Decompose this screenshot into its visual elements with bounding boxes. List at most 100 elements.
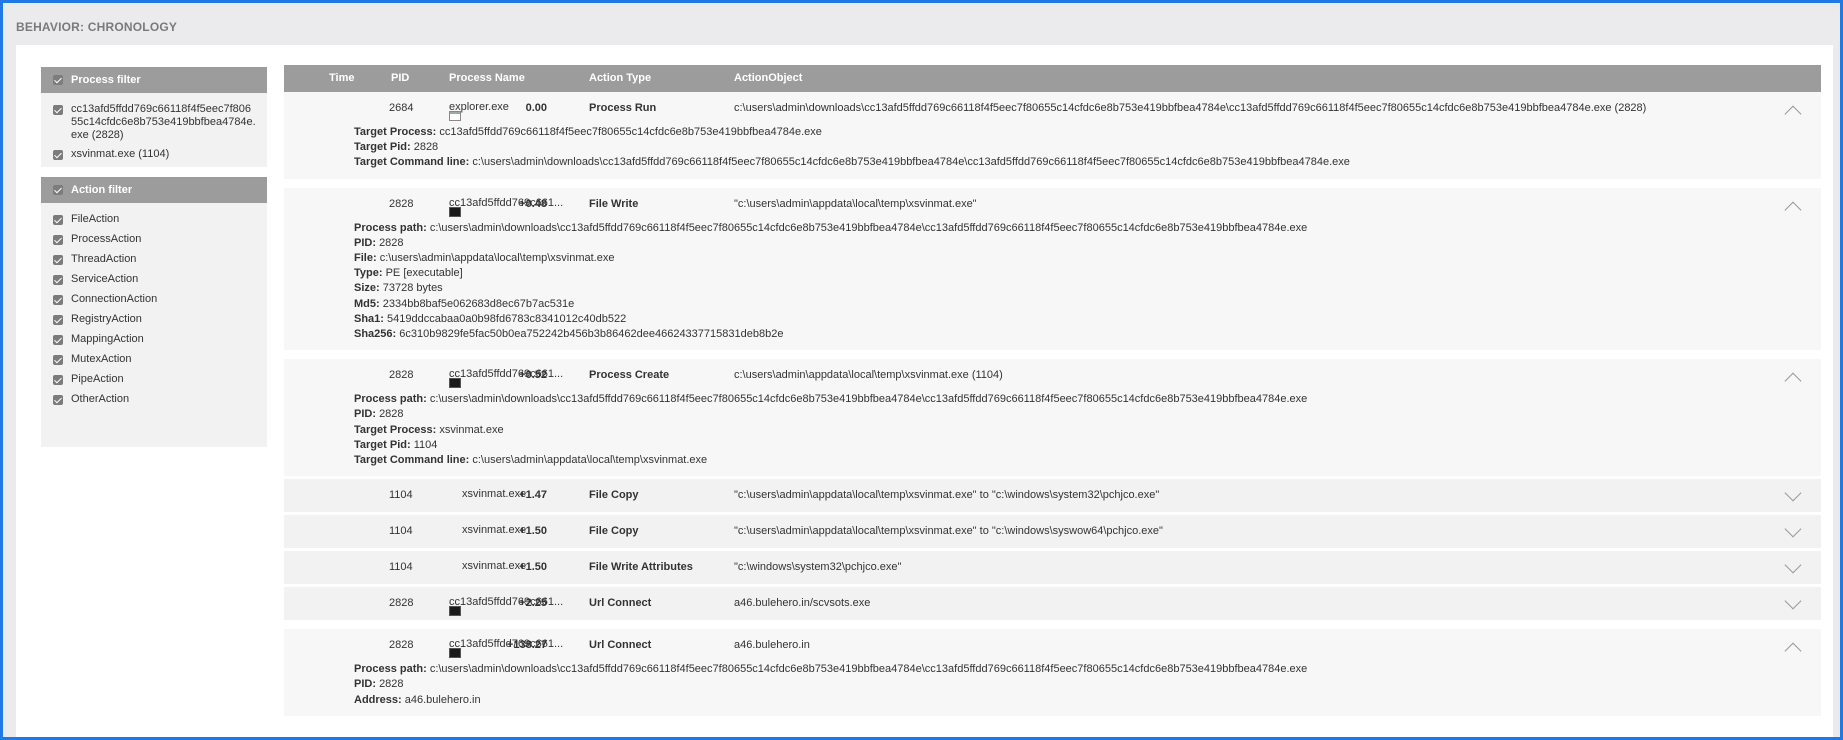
cell-action-type: File Copy bbox=[589, 489, 639, 502]
detail-line: Target Pid: 1104 bbox=[354, 438, 1821, 453]
col-header-action-object[interactable]: ActionObject bbox=[734, 72, 802, 84]
checkbox-icon[interactable] bbox=[53, 150, 63, 160]
checkbox-icon[interactable] bbox=[53, 215, 63, 225]
checkbox-icon[interactable] bbox=[53, 275, 63, 285]
detail-line: Target Command line: c:\users\admin\appd… bbox=[354, 453, 1821, 468]
cell-action-type: Process Create bbox=[589, 369, 670, 382]
chevron-up-icon[interactable] bbox=[1784, 201, 1802, 219]
detail-key: Process path: bbox=[354, 393, 427, 406]
row-summary[interactable]: 0.00 2684 explorer.exe Process Run c:\users\… bbox=[284, 92, 1821, 125]
cell-action-type: File Write Attributes bbox=[589, 561, 693, 574]
filter-item[interactable]: ConnectionAction bbox=[41, 293, 267, 306]
checkbox-icon[interactable] bbox=[53, 105, 63, 115]
table-row[interactable]: +138.27 2828 cc13afd5ffdd769c661... Url Con… bbox=[284, 629, 1821, 716]
checkbox-icon[interactable] bbox=[53, 235, 63, 245]
cell-process-name: cc13afd5ffdd769c661... bbox=[449, 638, 564, 659]
detail-line: Target Process: cc13afd5ffdd769c66118f4f… bbox=[354, 125, 1821, 140]
detail-key: Sha1: bbox=[354, 312, 384, 325]
detail-key: Target Pid: bbox=[354, 438, 411, 451]
row-summary[interactable]: +1.47 1104 xsvinmat.exe File Copy "c:\users\… bbox=[284, 479, 1821, 512]
filter-item[interactable]: MappingAction bbox=[41, 333, 267, 346]
detail-value: c:\users\admin\appdata\local\temp\xsvinm… bbox=[472, 454, 708, 467]
cell-action-type: Url Connect bbox=[589, 639, 652, 652]
action-filter-header[interactable]: Action filter bbox=[41, 177, 267, 203]
detail-line: PID: 2828 bbox=[354, 236, 1821, 251]
cell-action-object: "c:\users\admin\appdata\local\temp\xsvin… bbox=[734, 525, 1163, 538]
detail-key: PID: bbox=[354, 236, 376, 249]
filter-item[interactable]: PipeAction bbox=[41, 373, 267, 386]
process-name-text: cc13afd5ffdd769c661... bbox=[449, 196, 564, 209]
detail-line: Target Pid: 2828 bbox=[354, 140, 1821, 155]
row-summary[interactable]: +0.48 2828 cc13afd5ffdd769c661... File Writ… bbox=[284, 188, 1821, 221]
detail-value: c:\users\admin\downloads\cc13afd5ffdd769… bbox=[429, 221, 1308, 234]
filter-item[interactable]: MutexAction bbox=[41, 353, 267, 366]
table-row[interactable]: +1.50 1104 xsvinmat.exe File Copy "c:\users\… bbox=[284, 515, 1821, 549]
chevron-up-icon[interactable] bbox=[1784, 372, 1802, 390]
cell-action-object: c:\users\admin\appdata\local\temp\xsvinm… bbox=[734, 369, 1003, 382]
detail-value: a46.bulehero.in bbox=[404, 693, 481, 706]
checkbox-icon[interactable] bbox=[53, 375, 63, 385]
cell-process-name: xsvinmat.exe bbox=[462, 488, 526, 500]
detail-key: Sha256: bbox=[354, 328, 397, 341]
cell-pid: 2828 bbox=[389, 639, 414, 652]
row-summary[interactable]: +1.50 1104 xsvinmat.exe File Write Attribut… bbox=[284, 551, 1821, 584]
filter-item[interactable]: ThreadAction bbox=[41, 253, 267, 266]
checkbox-icon[interactable] bbox=[53, 255, 63, 265]
detail-value: c:\users\admin\downloads\cc13afd5ffdd769… bbox=[429, 393, 1308, 406]
cell-pid: 1104 bbox=[389, 489, 413, 502]
col-header-time[interactable]: Time bbox=[329, 72, 354, 84]
action-filter-panel: Action filter FileAction ProcessAction Thr… bbox=[41, 177, 267, 447]
col-header-action-type[interactable]: Action Type bbox=[589, 72, 651, 84]
filter-item[interactable]: ProcessAction bbox=[41, 233, 267, 246]
filter-item[interactable]: RegistryAction bbox=[41, 313, 267, 326]
chevron-up-icon[interactable] bbox=[1784, 642, 1802, 660]
cell-process-name: explorer.exe bbox=[449, 101, 509, 121]
chevron-down-icon[interactable] bbox=[1784, 484, 1802, 502]
filter-item[interactable]: FileAction bbox=[41, 213, 267, 226]
checkbox-icon[interactable] bbox=[53, 315, 63, 325]
process-name-text: cc13afd5ffdd769c661... bbox=[449, 368, 564, 381]
detail-key: PID: bbox=[354, 678, 376, 691]
chevron-down-icon[interactable] bbox=[1784, 592, 1802, 610]
detail-line: PID: 2828 bbox=[354, 407, 1821, 422]
detail-value: c:\users\admin\appdata\local\temp\xsvinm… bbox=[379, 252, 615, 265]
process-name-text: xsvinmat.exe bbox=[462, 524, 527, 537]
filter-item-label: OtherAction bbox=[71, 393, 130, 405]
table-row[interactable]: +0.52 2828 cc13afd5ffdd769c661... Process C… bbox=[284, 359, 1821, 477]
filter-item-label: ThreadAction bbox=[71, 253, 137, 265]
row-summary[interactable]: +138.27 2828 cc13afd5ffdd769c661... Url Con… bbox=[284, 629, 1821, 662]
chevron-down-icon[interactable] bbox=[1784, 556, 1802, 574]
detail-line: File: c:\users\admin\appdata\local\temp\… bbox=[354, 251, 1821, 266]
filter-item[interactable]: cc13afd5ffdd769c66118f4f5eec7f80655c14cf… bbox=[41, 103, 267, 142]
filter-item[interactable]: OtherAction bbox=[41, 393, 267, 406]
checkbox-icon[interactable] bbox=[53, 335, 63, 345]
process-name-text: cc13afd5ffdd769c661... bbox=[449, 596, 564, 609]
chevron-down-icon[interactable] bbox=[1784, 520, 1802, 538]
checkbox-icon[interactable] bbox=[53, 185, 63, 195]
table-row[interactable]: 0.00 2684 explorer.exe Process Run c:\users\… bbox=[284, 92, 1821, 179]
checkbox-icon[interactable] bbox=[53, 395, 63, 405]
filter-item[interactable]: ServiceAction bbox=[41, 273, 267, 286]
detail-value: cc13afd5ffdd769c66118f4f5eec7f80655c14cf… bbox=[439, 126, 822, 138]
process-filter-header[interactable]: Process filter bbox=[41, 67, 267, 93]
row-summary[interactable]: +0.52 2828 cc13afd5ffdd769c661... Process C… bbox=[284, 359, 1821, 392]
col-header-process-name[interactable]: Process Name bbox=[449, 72, 525, 84]
detail-key: Type: bbox=[354, 267, 383, 280]
row-summary[interactable]: +1.50 1104 xsvinmat.exe File Copy "c:\users\… bbox=[284, 515, 1821, 548]
row-summary[interactable]: +2.25 2828 cc13afd5ffdd769c661... Url Conne… bbox=[284, 587, 1821, 620]
checkbox-icon[interactable] bbox=[53, 295, 63, 305]
action-filter-title: Action filter bbox=[71, 184, 133, 196]
checkbox-icon[interactable] bbox=[53, 75, 63, 85]
table-row[interactable]: +2.25 2828 cc13afd5ffdd769c661... Url Conne… bbox=[284, 587, 1821, 621]
table-row[interactable]: +1.47 1104 xsvinmat.exe File Copy "c:\users\… bbox=[284, 479, 1821, 513]
col-header-pid[interactable]: PID bbox=[391, 72, 409, 84]
table-row[interactable]: +0.48 2828 cc13afd5ffdd769c661... File Writ… bbox=[284, 187, 1821, 351]
console-icon bbox=[449, 648, 461, 659]
filter-item-label: ProcessAction bbox=[71, 233, 142, 245]
checkbox-icon[interactable] bbox=[53, 355, 63, 365]
table-row[interactable]: +1.50 1104 xsvinmat.exe File Write Attribut… bbox=[284, 551, 1821, 585]
detail-key: PID: bbox=[354, 408, 376, 421]
chevron-up-icon[interactable] bbox=[1784, 105, 1802, 123]
process-name-text: cc13afd5ffdd769c661... bbox=[449, 638, 564, 651]
filter-item[interactable]: xsvinmat.exe (1104) bbox=[41, 148, 267, 161]
